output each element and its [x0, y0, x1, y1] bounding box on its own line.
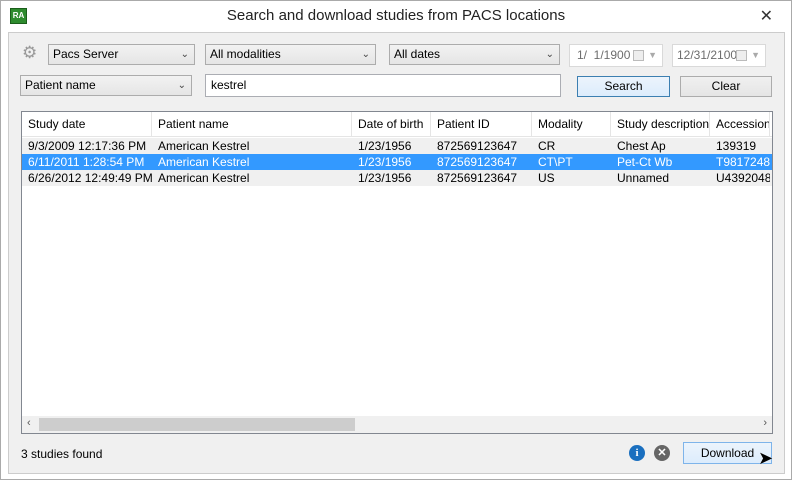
- column-header[interactable]: Study date: [22, 112, 152, 137]
- table-cell: Chest Ap: [617, 139, 666, 153]
- search-input[interactable]: kestrel: [205, 74, 561, 97]
- table-cell: Pet-Ct Wb: [617, 155, 673, 169]
- server-value: Pacs Server: [53, 47, 119, 61]
- table-cell: 872569123647: [437, 155, 518, 169]
- column-header[interactable]: Date of birth: [352, 112, 431, 137]
- scrollbar-thumb[interactable]: [39, 418, 355, 431]
- info-icon[interactable]: i: [629, 445, 645, 461]
- table-row[interactable]: 6/11/2011 1:28:54 PM American Kestrel 1/23…: [22, 154, 772, 170]
- table-cell: 6/11/2011 1:28:54 PM: [28, 155, 145, 169]
- settings-gear-icon[interactable]: ⚙: [22, 43, 37, 63]
- app-logo: RA: [10, 8, 27, 24]
- table-cell: US: [538, 171, 555, 185]
- column-header[interactable]: Study description: [611, 112, 710, 137]
- column-header[interactable]: Patient ID: [431, 112, 532, 137]
- table-cell: T9817248: [716, 155, 770, 169]
- status-text: 3 studies found: [21, 447, 103, 461]
- table-cell: 872569123647: [437, 171, 518, 185]
- client-area: ⚙ Pacs Server ⌄ All modalities ⌄ All dates…: [8, 32, 785, 474]
- table-cell: CR: [538, 139, 556, 153]
- scroll-right-icon[interactable]: ›: [763, 417, 767, 429]
- chevron-down-icon: ⌄: [177, 80, 186, 91]
- calendar-icon: [736, 50, 747, 61]
- search-field-value: Patient name: [25, 78, 96, 92]
- scroll-left-icon[interactable]: ‹: [27, 417, 31, 429]
- date-to-value: 12/31/2100: [677, 48, 738, 62]
- dates-value: All dates: [394, 47, 441, 61]
- table-cell: 1/23/1956: [358, 139, 412, 153]
- table-cell: 139319: [716, 139, 757, 153]
- table-cell: Unnamed: [617, 171, 670, 185]
- table-cell: U43920482: [716, 171, 770, 185]
- studies-table: Study date Patient name Date of birth Patie…: [21, 111, 773, 434]
- dropdown-arrow-icon: ▼: [648, 50, 657, 60]
- horizontal-scrollbar[interactable]: ‹ ›: [22, 416, 772, 433]
- search-field-dropdown[interactable]: Patient name ⌄: [20, 75, 192, 96]
- table-cell: 1/23/1956: [358, 155, 412, 169]
- table-cell: 872569123647: [437, 139, 518, 153]
- column-header[interactable]: Modality: [532, 112, 611, 137]
- server-dropdown[interactable]: Pacs Server ⌄: [48, 44, 195, 65]
- table-cell: 6/26/2012 12:49:49 PM: [28, 171, 152, 185]
- modality-value: All modalities: [210, 47, 281, 61]
- table-row[interactable]: 6/26/2012 12:49:49 PM American Kestrel 1/2…: [22, 170, 772, 186]
- chevron-down-icon: ⌄: [545, 49, 554, 60]
- date-to-picker[interactable]: 12/31/2100 ▼: [672, 44, 766, 67]
- chevron-down-icon: ⌄: [180, 49, 189, 60]
- table-row[interactable]: 9/3/2009 12:17:36 PM American Kestrel 1/23…: [22, 138, 772, 154]
- close-icon[interactable]: ✕: [760, 6, 773, 26]
- clear-button[interactable]: Clear: [680, 76, 772, 97]
- dropdown-arrow-icon: ▼: [751, 50, 760, 60]
- calendar-icon: [633, 50, 644, 61]
- mouse-cursor-icon: ➤: [758, 448, 774, 468]
- table-cell: American Kestrel: [158, 171, 250, 185]
- search-input-value: kestrel: [211, 78, 247, 92]
- table-cell: CT\PT: [538, 155, 573, 169]
- cancel-icon[interactable]: ✕: [654, 445, 670, 461]
- table-cell: American Kestrel: [158, 155, 250, 169]
- column-header[interactable]: Patient name: [152, 112, 352, 137]
- window-title: Search and download studies from PACS lo…: [226, 7, 566, 24]
- date-from-value: 1/ 1/1900: [577, 48, 631, 62]
- window: Search and download studies from PACS lo…: [0, 0, 792, 480]
- search-button[interactable]: Search: [577, 76, 670, 97]
- table-cell: 9/3/2009 12:17:36 PM: [28, 139, 147, 153]
- dates-dropdown[interactable]: All dates ⌄: [389, 44, 560, 65]
- date-from-picker[interactable]: 1/ 1/1900 ▼: [569, 44, 663, 67]
- table-cell: American Kestrel: [158, 139, 250, 153]
- column-header[interactable]: Accession n: [710, 112, 770, 137]
- table-header: Study date Patient name Date of birth Patie…: [22, 112, 772, 137]
- table-cell: 1/23/1956: [358, 171, 412, 185]
- modality-dropdown[interactable]: All modalities ⌄: [205, 44, 376, 65]
- chevron-down-icon: ⌄: [361, 49, 370, 60]
